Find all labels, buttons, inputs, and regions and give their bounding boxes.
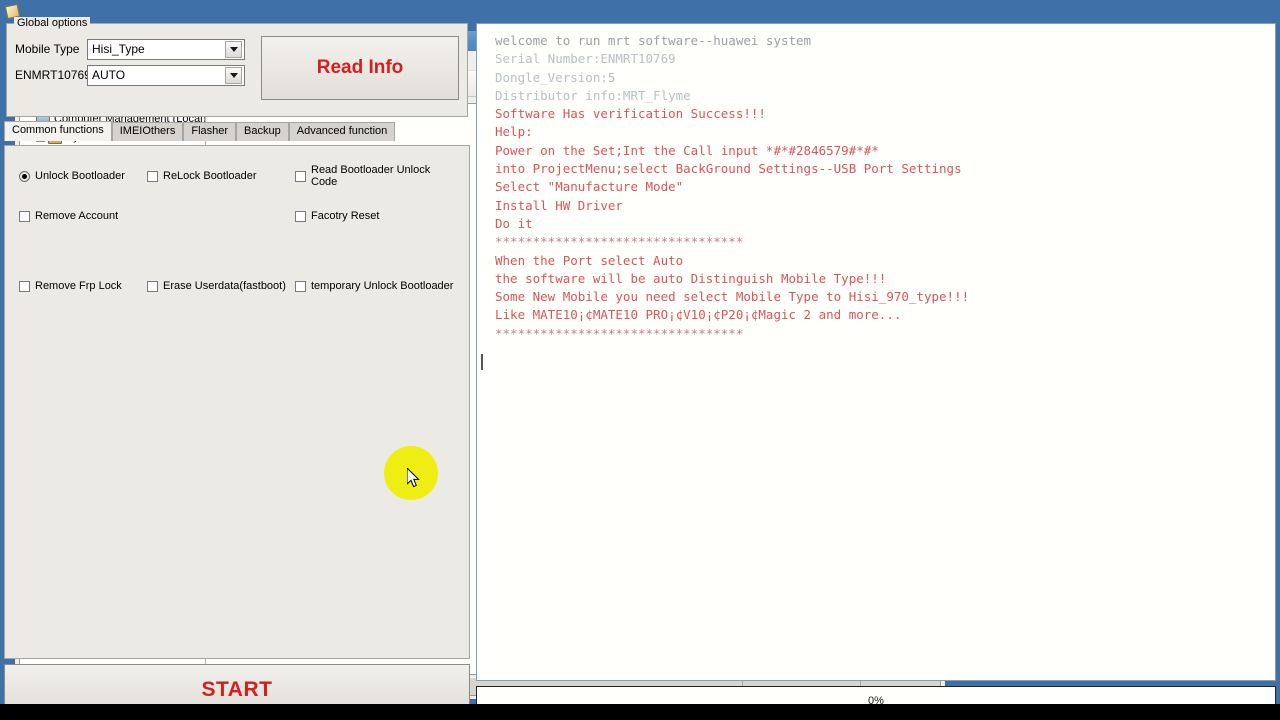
tab-imeiothers[interactable]: IMEIOthers [111,122,184,141]
checkbox-relock-bootloader[interactable]: ReLock Bootloader [147,164,295,188]
function-checkbox-grid: Unlock Bootloader ReLock Bootloader Read B… [19,164,455,292]
log-line: Distributor info:MRT_Flyme [495,87,691,103]
checkbox-indicator[interactable] [295,210,306,222]
chevron-down-icon[interactable] [225,40,242,58]
checkbox-indicator[interactable] [295,280,306,292]
port-select[interactable]: AUTO [87,64,245,86]
read-info-button[interactable]: Read Info [261,36,459,100]
checkbox-grid-spacer [19,244,455,258]
log-line: into ProjectMenu;select BackGround Setti… [495,161,962,177]
radio-unlock-bootloader[interactable]: Unlock Bootloader [19,164,147,188]
option-label: Read Bootloader Unlock Code [311,164,431,188]
log-line: When the Port select Auto [495,252,684,268]
screen-bottom-bar [0,704,1280,720]
mrt-right-column: welcome to run mrt software--huawei syst… [476,23,1276,716]
tab-flasher[interactable]: Flasher [183,122,237,141]
mrt-tabpage-common-functions: Unlock Bootloader ReLock Bootloader Read B… [4,145,470,659]
checkbox-remove-frp-lock[interactable]: Remove Frp Lock [19,280,147,292]
log-output-panel[interactable]: welcome to run mrt software--huawei syst… [476,23,1276,681]
log-line: Some New Mobile you need select Mobile T… [495,289,970,305]
log-line: Power on the Set;Int the Call input *#*#… [495,142,879,158]
log-line: the software will be auto Distinguish Mo… [495,270,887,286]
option-label: Facotry Reset [311,210,380,222]
checkbox-temporary-unlock-bootloader[interactable]: temporary Unlock Bootloader [295,280,455,292]
checkbox-indicator[interactable] [147,170,158,182]
mrt-tabstrip: Common functions IMEIOthers Flasher Backup A… [4,121,470,141]
mrt-body: Global options Mobile Type Hisi_Type ENM… [0,17,1280,720]
option-label: Unlock Bootloader [35,170,125,182]
port-value: AUTO [92,68,126,82]
option-label: Remove Account [35,210,119,222]
log-line: Do it [495,215,533,231]
checkbox-indicator[interactable] [19,280,30,292]
chevron-down-icon[interactable] [225,66,242,84]
port-label: ENMRT10769 [15,68,91,82]
log-line: Select "Manufacture Mode" [495,179,684,195]
log-line: welcome to run mrt software--huawei syst… [495,33,812,48]
log-lines: welcome to run mrt software--huawei syst… [495,32,1265,343]
log-line: Help: [495,124,533,140]
checkbox-indicator[interactable] [147,280,158,292]
checkbox-grid-empty-cell [147,210,295,222]
option-label: Erase Userdata(fastboot) [163,280,286,292]
log-line: Install HW Driver [495,197,623,213]
mrt-left-column: Global options Mobile Type Hisi_Type ENM… [4,17,470,716]
log-line: Software Has verification Success!!! [495,106,766,122]
checkbox-erase-userdata-fastboot[interactable]: Erase Userdata(fastboot) [147,280,295,292]
mrt-hw-tool-window[interactable]: MRT HW tool_V1.5 _ _ ✕ Global options Mo… [0,0,1276,716]
tab-advanced-function[interactable]: Advanced function [288,122,396,141]
text-caret [481,354,483,370]
checkbox-indicator[interactable] [295,170,306,182]
option-label: ReLock Bootloader [163,170,257,182]
checkbox-remove-account[interactable]: Remove Account [19,210,147,222]
global-options-legend: Global options [14,17,91,29]
checkbox-read-bootloader-unlock-code[interactable]: Read Bootloader Unlock Code [295,164,455,188]
log-line: ********************************* [495,234,744,250]
mouse-cursor [407,468,420,488]
log-line: Like MATE10¡¢MATE10 PRO¡¢V10¡¢P20¡¢Magic… [495,307,902,323]
screen: HUAWEI_Y… ❐ ❐ ✕ MEIZU Computer Managemen… [0,0,1280,720]
mobile-type-label: Mobile Type [15,42,80,56]
mobile-type-row: Mobile Type Hisi_Type [15,36,245,62]
mobile-type-value: Hisi_Type [92,42,145,56]
checkbox-indicator[interactable] [19,210,30,222]
log-line: ********************************* [495,325,744,341]
checkbox-facotry-reset[interactable]: Facotry Reset [295,210,455,222]
tab-backup[interactable]: Backup [236,122,289,141]
option-label: temporary Unlock Bootloader [311,280,454,292]
global-options-fields: Mobile Type Hisi_Type ENMRT10769 AUTO [15,36,245,100]
global-options-group: Global options Mobile Type Hisi_Type ENM… [6,17,468,117]
log-line: Dongle_Version:5 [495,69,616,85]
mobile-type-select[interactable]: Hisi_Type [87,38,245,60]
log-line: Serial Number:ENMRT10769 [495,51,676,67]
tab-common-functions[interactable]: Common functions [4,121,112,141]
radio-indicator[interactable] [19,170,30,182]
option-label: Remove Frp Lock [35,280,122,292]
port-row: ENMRT10769 AUTO [15,62,245,88]
